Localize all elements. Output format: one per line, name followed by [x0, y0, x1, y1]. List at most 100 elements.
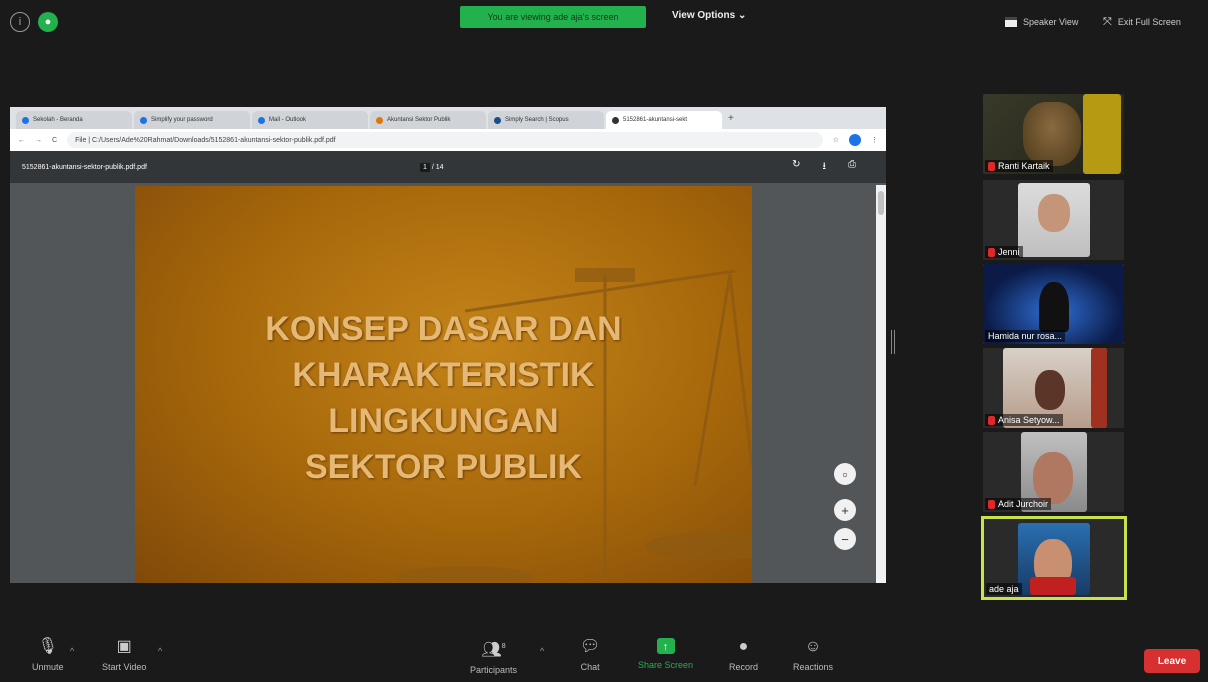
tab-label: 5152861-akuntansi-sekt: [623, 117, 688, 123]
speaker-view-icon: [1005, 17, 1017, 27]
share-screen-label: Share Screen: [638, 660, 694, 670]
tab-favicon-icon: [612, 116, 619, 124]
url-text: File | C:/Users/Ade%20Rahmat/Downloads/5…: [75, 136, 336, 144]
star-icon[interactable]: ☆: [833, 136, 839, 144]
mic-muted-icon: 🎙︎: [37, 638, 58, 655]
chat-icon: 💬︎: [580, 638, 601, 655]
chat-label: Chat: [580, 662, 600, 672]
rotate-icon[interactable]: ↻: [792, 159, 800, 176]
download-icon[interactable]: ⭳: [823, 159, 827, 176]
view-options-button[interactable]: View Options ⌄: [672, 10, 746, 21]
slide-title-line: SEKTOR PUBLIK: [304, 448, 583, 486]
participant-tile[interactable]: Anisa Setyow...: [983, 348, 1124, 428]
participant-name: Anisa Setyow...: [985, 414, 1063, 426]
tab-favicon-icon: [258, 116, 265, 124]
scrollbar-thumb[interactable]: [878, 191, 884, 215]
top-left-icons: i ●: [10, 12, 58, 32]
participants-button[interactable]: 👥︎8 Participants: [470, 638, 517, 675]
record-label: Record: [729, 662, 759, 672]
reload-icon[interactable]: C: [52, 137, 57, 144]
print-icon[interactable]: ⎙: [848, 159, 856, 176]
tab-label: Mail - Outlook: [269, 117, 307, 123]
pdf-page-indicator: 1 / 14: [420, 162, 444, 172]
slide-title-line: LINGKUNGAN: [328, 402, 559, 440]
participants-chevron-icon[interactable]: ^: [540, 646, 544, 656]
reactions-label: Reactions: [793, 662, 834, 672]
participant-name-text: Adit Jurchoir: [998, 499, 1049, 509]
new-tab-icon[interactable]: +: [728, 113, 734, 124]
participant-tile-active-speaker[interactable]: ade aja: [981, 516, 1127, 600]
reactions-button[interactable]: ☺ Reactions: [793, 638, 833, 672]
split-handle[interactable]: [891, 330, 895, 354]
reactions-icon: ☺: [804, 638, 822, 655]
browser-tab-active[interactable]: 5152861-akuntansi-sekt: [606, 111, 722, 129]
participant-name: Ranti Kartaik: [985, 160, 1053, 172]
participant-name-text: Jenni: [998, 247, 1020, 257]
exit-fullscreen-label: Exit Full Screen: [1117, 17, 1181, 27]
pdf-slide: KONSEP DASAR DAN KHARAKTERISTIK LINGKUNG…: [135, 186, 752, 583]
browser-tab[interactable]: Akuntansi Sektor Publik: [370, 111, 486, 129]
participants-label: Participants: [470, 665, 518, 676]
tab-label: Simply Search | Scopus: [505, 117, 569, 123]
browser-tab[interactable]: Mail - Outlook: [252, 111, 368, 129]
participant-name-text: Anisa Setyow...: [998, 415, 1060, 425]
url-field[interactable]: File | C:/Users/Ade%20Rahmat/Downloads/5…: [67, 132, 823, 148]
unmute-label: Unmute: [32, 662, 64, 672]
mic-muted-icon: [988, 415, 995, 425]
mic-muted-icon: [988, 161, 995, 171]
pdf-page-total: / 14: [431, 163, 444, 171]
share-screen-button[interactable]: ↑ Share Screen: [638, 638, 693, 670]
speaker-view-label: Speaker View: [1023, 17, 1079, 27]
share-screen-icon: ↑: [656, 638, 675, 654]
shield-icon[interactable]: ●: [38, 12, 58, 32]
pdf-filename: 5152861-akuntansi-sektor-publik.pdf.pdf: [22, 163, 147, 171]
participant-name-text: Ranti Kartaik: [998, 161, 1050, 171]
tab-favicon-icon: [22, 116, 29, 124]
participants-count: 8: [501, 643, 506, 650]
zoom-in-icon[interactable]: +: [834, 499, 856, 521]
tab-favicon-icon: [140, 116, 147, 124]
participant-name: ade aja: [986, 583, 1022, 595]
pdf-scrollbar[interactable]: [876, 185, 886, 583]
speaker-view-button[interactable]: Speaker View: [1005, 12, 1078, 32]
profile-icon[interactable]: [849, 134, 861, 146]
pdf-toolbar: 5152861-akuntansi-sektor-publik.pdf.pdf …: [10, 151, 886, 183]
start-video-button[interactable]: ▣ Start Video: [102, 638, 146, 672]
fit-page-icon[interactable]: ▫: [834, 463, 856, 485]
start-video-label: Start Video: [102, 662, 147, 672]
participant-name-text: Hamida nur rosa...: [988, 331, 1063, 341]
record-button[interactable]: ● Record: [729, 638, 758, 672]
tab-label: Sekolah - Beranda: [33, 117, 83, 123]
unmute-button[interactable]: 🎙︎ Unmute: [32, 638, 64, 672]
participant-name: Adit Jurchoir: [985, 498, 1052, 510]
back-icon[interactable]: ←: [18, 137, 25, 144]
slide-title-line: KONSEP DASAR DAN: [265, 310, 622, 348]
info-icon[interactable]: i: [10, 12, 30, 32]
shared-screen: Sekolah - Beranda Simplify your password…: [10, 107, 886, 583]
audio-options-chevron-icon[interactable]: ^: [70, 646, 74, 656]
exit-fullscreen-button[interactable]: ⤧ Exit Full Screen: [1103, 12, 1181, 32]
video-off-icon: ▣: [116, 638, 132, 655]
participant-tile[interactable]: Jenni: [983, 180, 1124, 260]
browser-tab[interactable]: Simply Search | Scopus: [488, 111, 604, 129]
menu-icon[interactable]: ⋮: [871, 136, 878, 144]
leave-button[interactable]: Leave: [1144, 649, 1200, 673]
pdf-page-current[interactable]: 1: [420, 162, 430, 172]
tab-label: Simplify your password: [151, 117, 213, 123]
address-bar-row: ← → C File | C:/Users/Ade%20Rahmat/Downl…: [10, 129, 886, 151]
participant-name-text: ade aja: [989, 584, 1019, 594]
video-options-chevron-icon[interactable]: ^: [158, 646, 162, 656]
participant-tile[interactable]: Hamida nur rosa...: [983, 264, 1124, 344]
browser-tab[interactable]: Simplify your password: [134, 111, 250, 129]
forward-icon[interactable]: →: [35, 137, 42, 144]
slide-title: KONSEP DASAR DAN KHARAKTERISTIK LINGKUNG…: [135, 306, 752, 490]
chat-button[interactable]: 💬︎ Chat: [580, 638, 600, 672]
participant-tile[interactable]: Ranti Kartaik: [983, 94, 1124, 174]
record-icon: ●: [738, 638, 749, 655]
participant-tile[interactable]: Adit Jurchoir: [983, 432, 1124, 512]
mic-muted-icon: [988, 247, 995, 257]
slide-title-line: KHARAKTERISTIK: [292, 356, 595, 394]
tab-label: Akuntansi Sektor Publik: [387, 117, 451, 123]
zoom-out-icon[interactable]: −: [834, 528, 856, 550]
browser-tab[interactable]: Sekolah - Beranda: [16, 111, 132, 129]
